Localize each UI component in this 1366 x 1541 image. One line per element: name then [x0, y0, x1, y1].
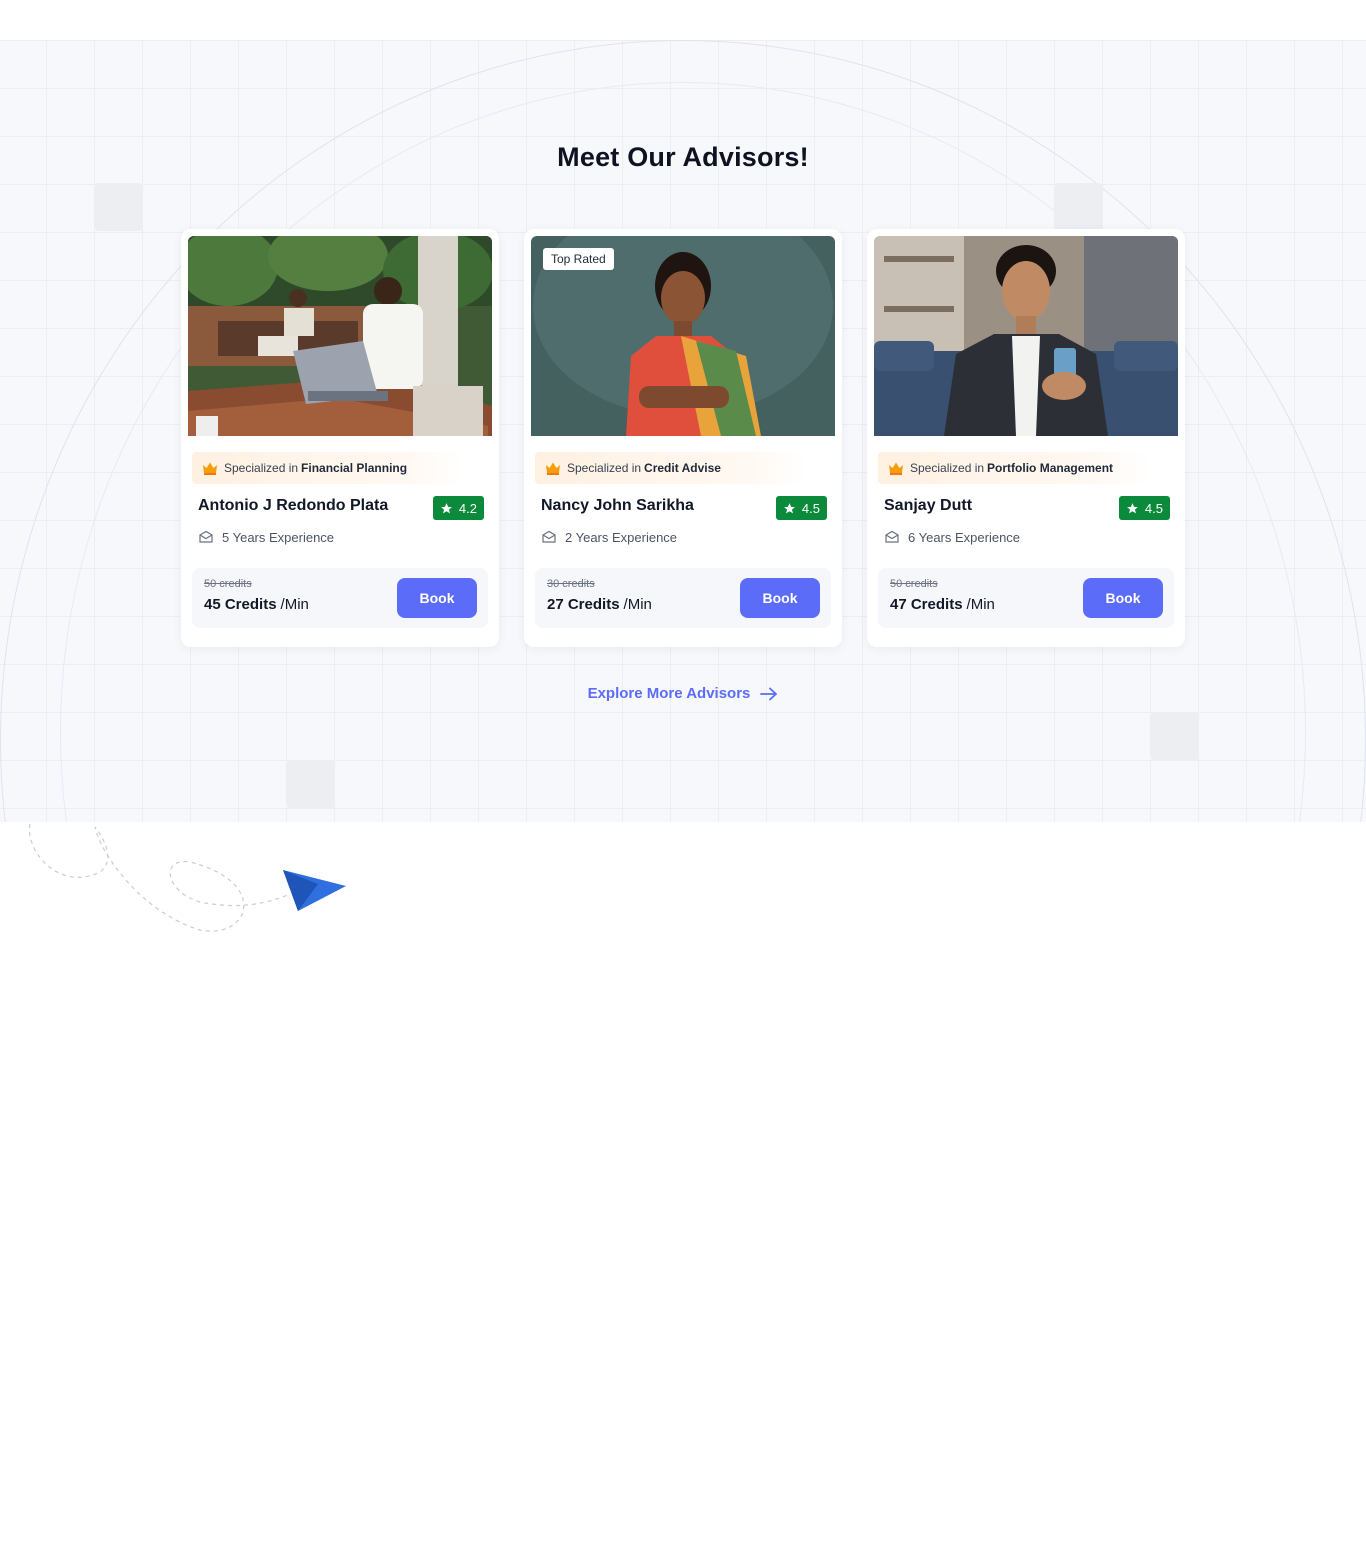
- advisor-card[interactable]: Specialized in Financial Planning Antoni…: [181, 229, 499, 647]
- briefcase-icon: [542, 530, 556, 543]
- book-button[interactable]: Book: [1083, 578, 1163, 618]
- advisor-photo: [188, 236, 492, 436]
- advisor-name: Antonio J Redondo Plata: [198, 497, 389, 514]
- arrow-right-icon: [760, 687, 778, 700]
- section-title: Meet Our Advisors!: [557, 142, 809, 172]
- decorative-square: [1055, 183, 1103, 231]
- advisor-photo: Top Rated: [531, 236, 835, 436]
- crown-icon: [546, 462, 560, 475]
- price-value: 27 Credits: [547, 596, 620, 613]
- briefcase-icon: [885, 530, 899, 543]
- advisor-card[interactable]: Top Rated Specialized in Credit Advise N…: [524, 229, 842, 647]
- rating-badge: 4.5: [775, 496, 827, 520]
- rating-value: 4.5: [1144, 500, 1163, 516]
- advisor-card[interactable]: Specialized in Portfolio Management Sanj…: [867, 229, 1185, 647]
- specialization-name: Portfolio Management: [987, 461, 1114, 475]
- specialized-prefix: Specialized in: [910, 461, 985, 475]
- decorative-square: [95, 183, 143, 231]
- price-unit: /Min: [966, 596, 995, 613]
- paper-plane-illustration: [28, 823, 346, 932]
- old-price: 50 credits: [890, 578, 938, 590]
- explore-more: Explore More Advisors: [0, 685, 1366, 702]
- book-button[interactable]: Book: [397, 578, 477, 618]
- explore-more-label: Explore More Advisors: [587, 685, 751, 702]
- experience-text: 6 Years Experience: [908, 529, 1021, 545]
- star-icon: [1127, 502, 1138, 513]
- specialized-prefix: Specialized in: [224, 461, 299, 475]
- book-button[interactable]: Book: [740, 578, 820, 618]
- top-rated-badge: Top Rated: [543, 248, 614, 270]
- explore-more-link[interactable]: Explore More Advisors: [588, 685, 779, 702]
- current-price: 45 Credits/Min: [204, 596, 309, 613]
- specialization-badge: Specialized in Financial Planning: [192, 452, 464, 484]
- experience: 5 Years Experience: [198, 529, 334, 545]
- specialization-name: Financial Planning: [301, 461, 408, 475]
- advisor-photo: [874, 236, 1178, 436]
- rating-badge: 4.2: [432, 496, 484, 520]
- rating-badge: 4.5: [1118, 496, 1170, 520]
- advisor-name: Sanjay Dutt: [884, 497, 973, 514]
- crown-icon: [889, 462, 903, 475]
- advisor-name: Nancy John Sarikha: [541, 497, 694, 514]
- specialization-badge: Specialized in Credit Advise: [535, 452, 807, 484]
- star-icon: [441, 502, 452, 513]
- current-price: 27 Credits/Min: [547, 596, 652, 613]
- briefcase-icon: [199, 530, 213, 543]
- specialization-badge: Specialized in Portfolio Management: [878, 452, 1150, 484]
- old-price: 50 credits: [204, 578, 252, 590]
- rating-value: 4.5: [801, 500, 820, 516]
- price-box: 50 credits 47 Credits/Min Book: [878, 568, 1174, 628]
- old-price: 30 credits: [547, 578, 595, 590]
- advisors-section: Meet Our Advisors! Specialized in Financ…: [0, 40, 1366, 822]
- crown-icon: [203, 462, 217, 475]
- specialization-name: Credit Advise: [644, 461, 721, 475]
- price-unit: /Min: [280, 596, 309, 613]
- price-unit: /Min: [623, 596, 652, 613]
- experience-text: 5 Years Experience: [222, 529, 335, 545]
- price-box: 50 credits 45 Credits/Min Book: [192, 568, 488, 628]
- current-price: 47 Credits/Min: [890, 596, 995, 613]
- experience: 6 Years Experience: [884, 529, 1020, 545]
- decorative-square: [1151, 712, 1199, 760]
- rating-value: 4.2: [458, 500, 477, 516]
- price-value: 45 Credits: [204, 596, 277, 613]
- decorative-square: [287, 760, 335, 808]
- price-value: 47 Credits: [890, 596, 963, 613]
- price-box: 30 credits 27 Credits/Min Book: [535, 568, 831, 628]
- star-icon: [784, 502, 795, 513]
- experience-text: 2 Years Experience: [565, 529, 678, 545]
- experience: 2 Years Experience: [541, 529, 677, 545]
- specialized-prefix: Specialized in: [567, 461, 642, 475]
